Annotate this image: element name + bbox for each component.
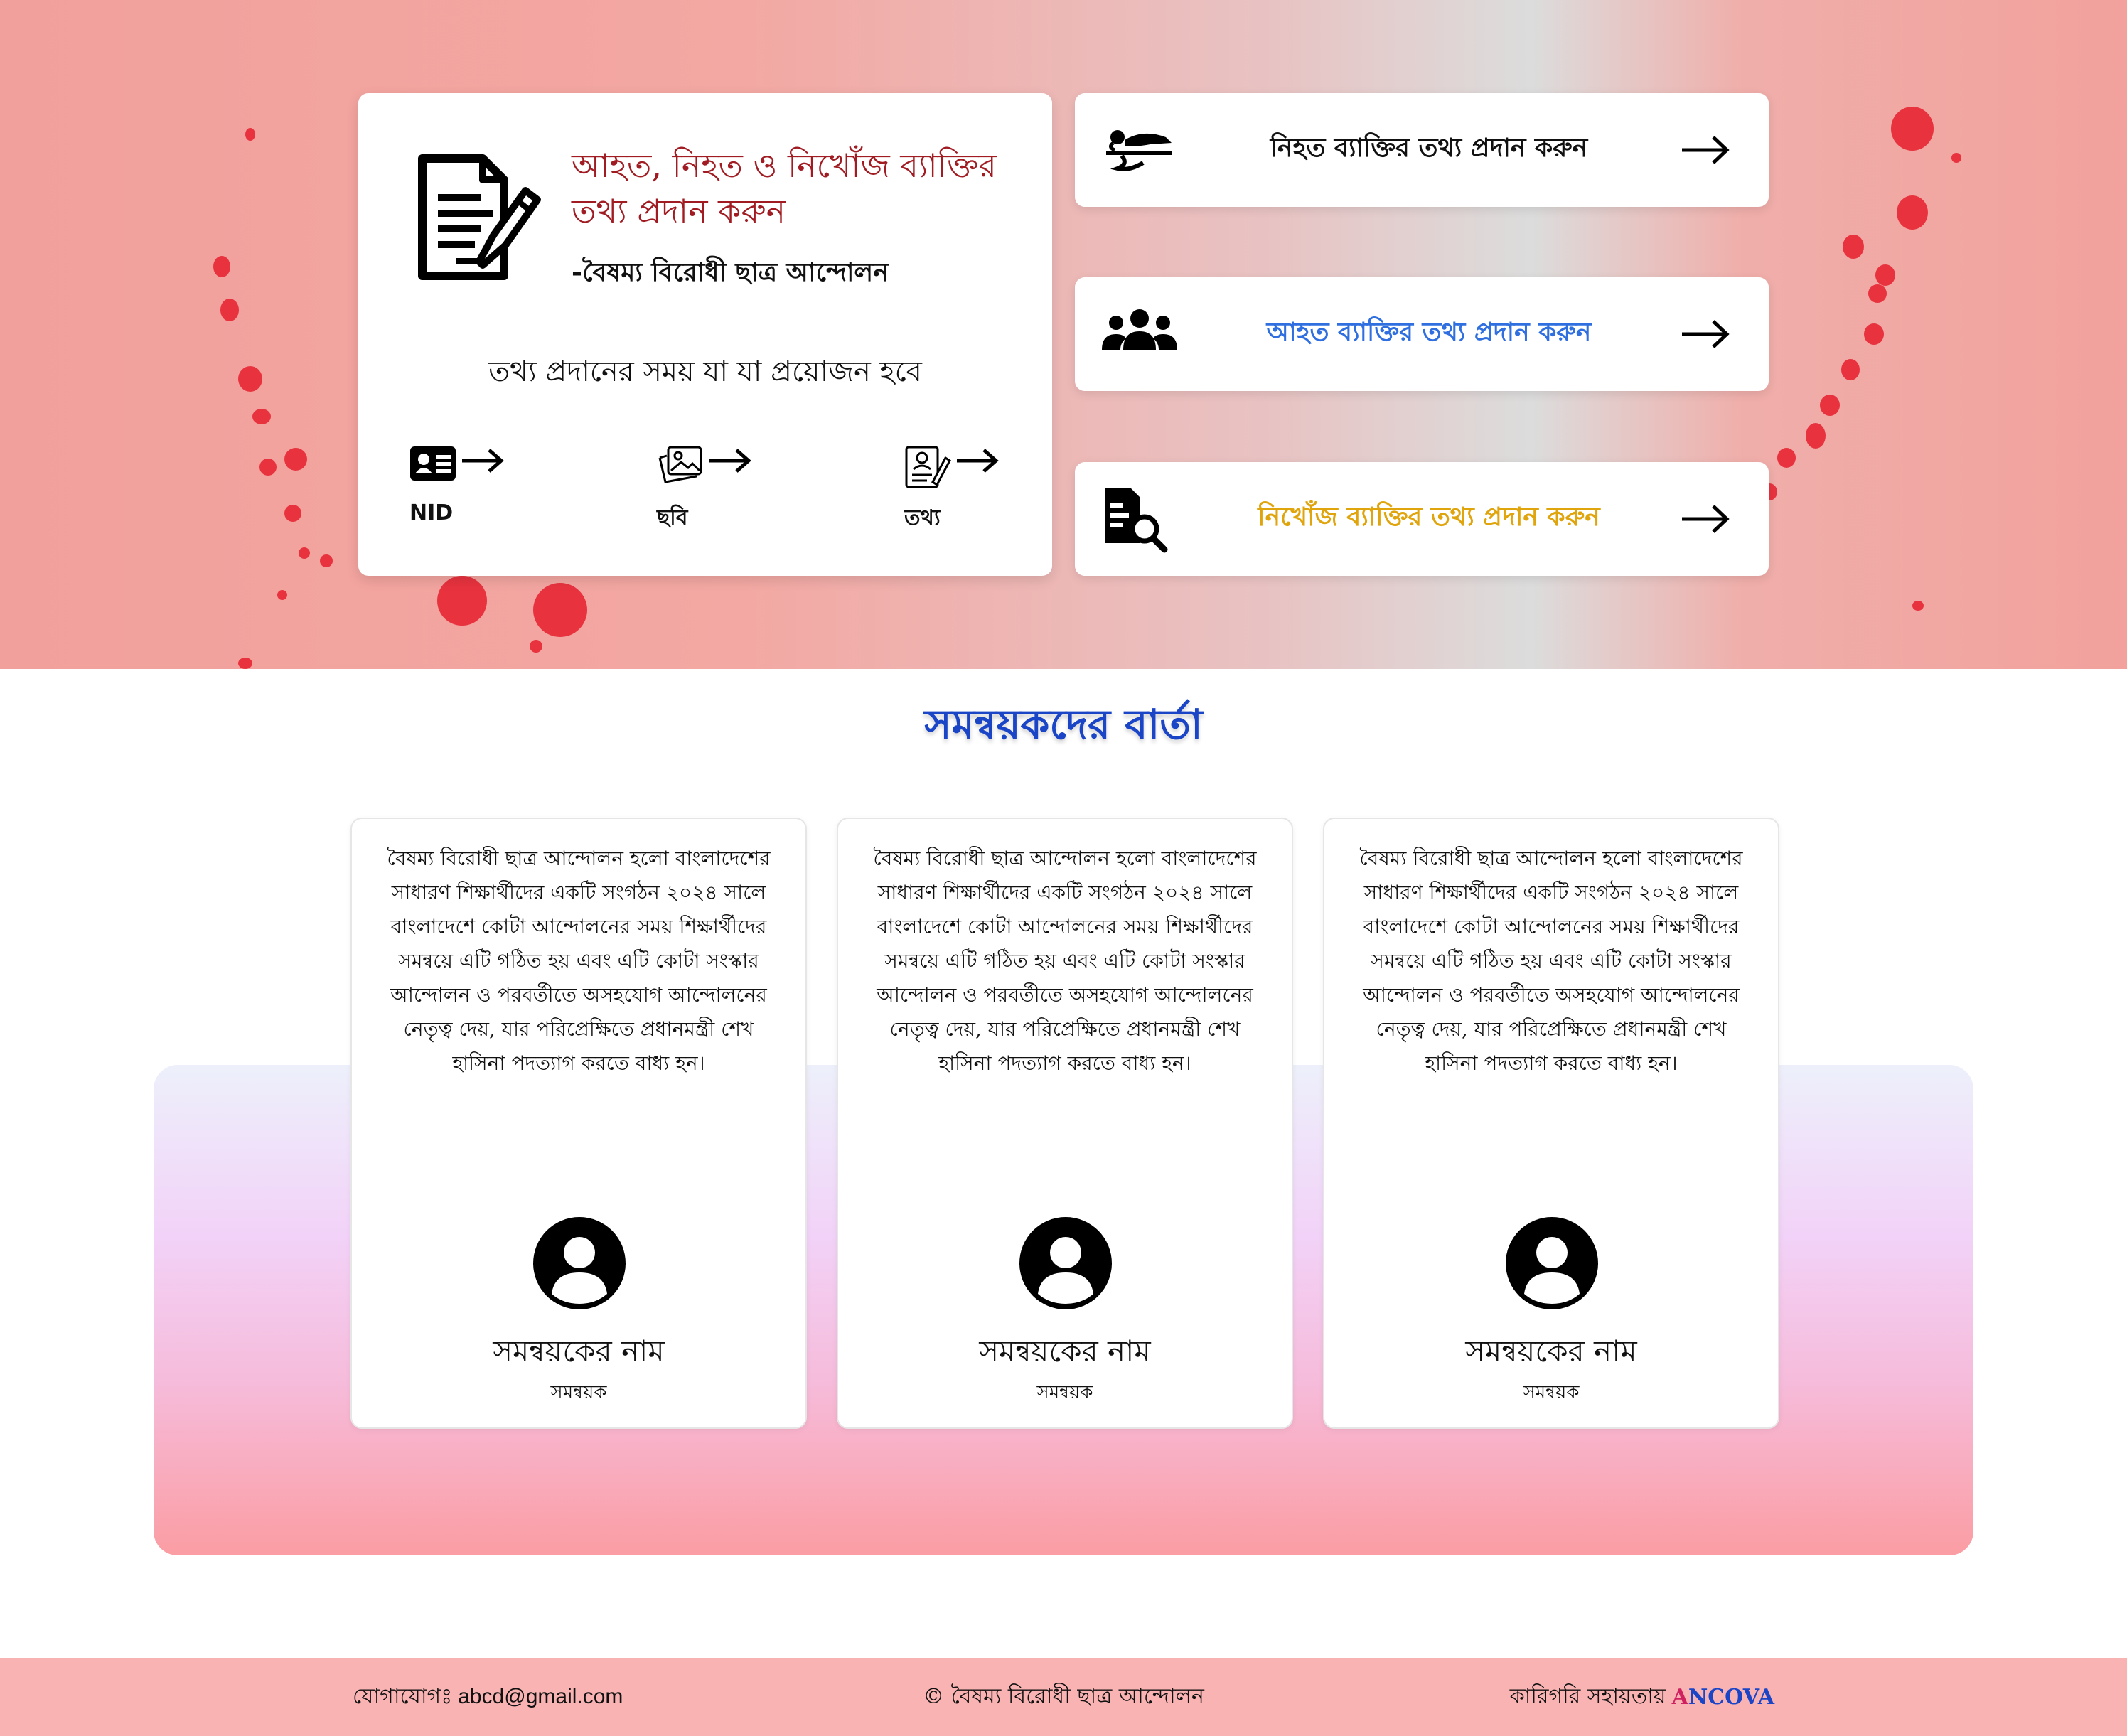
arrow-right-icon <box>462 449 504 473</box>
arrow-right-icon <box>957 449 999 473</box>
info-subtitle: -বৈষম্য বিরোধী ছাত্র আন্দোলন <box>572 257 889 287</box>
report-injured-button[interactable]: আহত ব্যাক্তির তথ্য প্রদান করুন <box>1075 277 1769 391</box>
report-deceased-button[interactable]: নিহত ব্যাক্তির তথ্য প্রদান করুন <box>1075 93 1769 207</box>
splatter-decoration <box>277 590 287 600</box>
splatter-decoration <box>320 554 333 567</box>
coordinator-card: বৈষম্য বিরোধী ছাত্র আন্দোলন হলো বাংলাদেশ… <box>1323 818 1779 1429</box>
search-document-icon <box>1105 488 1168 553</box>
arrow-right-icon <box>1682 505 1730 533</box>
splatter-decoration <box>1912 601 1924 611</box>
arrow-right-icon <box>709 449 751 473</box>
requirement-label: তথ্য <box>904 505 941 530</box>
coordinator-message: বৈষম্য বিরোধী ছাত্র আন্দোলন হলো বাংলাদেশ… <box>387 847 771 1075</box>
splatter-decoration <box>252 409 271 424</box>
coordinator-name: সমন্বয়কের নাম <box>1465 1334 1637 1368</box>
report-missing-button[interactable]: নিখোঁজ ব্যাক্তির তথ্য প্রদান করুন <box>1075 462 1769 576</box>
coordinator-card: বৈষম্য বিরোধী ছাত্র আন্দোলন হলো বাংলাদেশ… <box>350 818 807 1429</box>
splatter-decoration <box>533 583 587 637</box>
splatter-decoration <box>530 640 542 653</box>
splatter-decoration <box>245 128 255 141</box>
coordinator-message: বৈষম্য বিরোধী ছাত্র আন্দোলন হলো বাংলাদেশ… <box>873 847 1257 1075</box>
splatter-decoration <box>238 658 252 669</box>
splatter-decoration <box>238 366 262 392</box>
document-info-icon <box>905 446 951 488</box>
splatter-decoration <box>1864 323 1884 345</box>
splatter-decoration <box>299 547 310 559</box>
info-title: আহত, নিহত ও নিখোঁজ ব্যাক্তির তথ্য প্রদান… <box>572 146 997 230</box>
action-label: আহত ব্যাক্তির তথ্য প্রদান করুন <box>1266 317 1592 347</box>
splatter-decoration <box>1951 153 1961 163</box>
brand-logo-link[interactable]: ANCOVA <box>1672 1685 1774 1710</box>
avatar-icon <box>533 1217 626 1309</box>
footer-credit: কারিগরি সহায়তায় ANCOVA <box>1510 1658 1774 1736</box>
action-label: নিহত ব্যাক্তির তথ্য প্রদান করুন <box>1270 133 1588 163</box>
deceased-person-icon <box>1106 130 1172 171</box>
document-edit-icon <box>418 154 541 280</box>
splatter-decoration <box>1841 359 1860 380</box>
coordinator-card: বৈষম্য বিরোধী ছাত্র আন্দোলন হলো বাংলাদেশ… <box>837 818 1293 1429</box>
splatter-decoration <box>284 505 301 522</box>
id-card-icon <box>410 446 456 481</box>
coordinator-role: সমন্বয়ক <box>1036 1382 1093 1403</box>
splatter-decoration <box>259 459 277 476</box>
action-label: নিখোঁজ ব্যাক্তির তথ্য প্রদান করুন <box>1258 502 1600 532</box>
arrow-right-icon <box>1682 136 1730 164</box>
coordinator-role: সমন্বয়ক <box>1523 1382 1580 1403</box>
splatter-decoration <box>1891 107 1934 151</box>
splatter-decoration <box>437 576 487 626</box>
info-card: আহত, নিহত ও নিখোঁজ ব্যাক্তির তথ্য প্রদান… <box>358 93 1052 576</box>
requirement-label: NID <box>409 500 454 525</box>
splatter-decoration <box>1806 423 1826 449</box>
requirement-label: ছবি <box>657 505 688 530</box>
brand-rest: NCOVA <box>1688 1684 1774 1710</box>
requirement-nid: NID <box>409 445 545 530</box>
coordinator-role: সমন্বয়ক <box>550 1382 607 1403</box>
section-title: সমন্বয়কদের বার্তা <box>924 700 1203 749</box>
avatar-icon <box>1019 1217 1112 1309</box>
coordinator-name: সমন্বয়কের নাম <box>979 1334 1151 1368</box>
people-group-icon <box>1102 309 1177 350</box>
coordinator-name: সমন্বয়কের নাম <box>493 1334 665 1368</box>
requirements-heading: তথ্য প্রদানের সময় যা যা প্রয়োজন হবে <box>488 355 922 388</box>
brand-initial: A <box>1671 1684 1688 1710</box>
coordinator-message: বৈষম্য বিরোধী ছাত্র আন্দোলন হলো বাংলাদেশ… <box>1359 847 1743 1075</box>
splatter-decoration <box>1777 448 1796 468</box>
requirement-photo: ছবি <box>657 445 792 530</box>
splatter-decoration <box>213 256 230 277</box>
footer: যোগাযোগঃ abcd@gmail.com © বৈষম্য বিরোধী … <box>0 1658 2127 1736</box>
requirement-info: তথ্য <box>904 445 1039 530</box>
hero-banner: আহত, নিহত ও নিখোঁজ ব্যাক্তির তথ্য প্রদান… <box>0 0 2127 669</box>
credit-label: কারিগরি সহায়তায় <box>1509 1683 1666 1709</box>
splatter-decoration <box>220 299 239 321</box>
photo-icon <box>658 446 702 483</box>
splatter-decoration <box>1875 264 1895 286</box>
footer-copyright: © বৈষম্য বিরোধী ছাত্র আন্দোলন <box>923 1683 1204 1709</box>
avatar-icon <box>1506 1217 1598 1309</box>
splatter-decoration <box>1868 284 1887 303</box>
splatter-decoration <box>1843 235 1864 259</box>
arrow-right-icon <box>1682 320 1730 348</box>
splatter-decoration <box>1897 195 1928 230</box>
splatter-decoration <box>284 448 307 471</box>
splatter-decoration <box>1820 395 1840 416</box>
